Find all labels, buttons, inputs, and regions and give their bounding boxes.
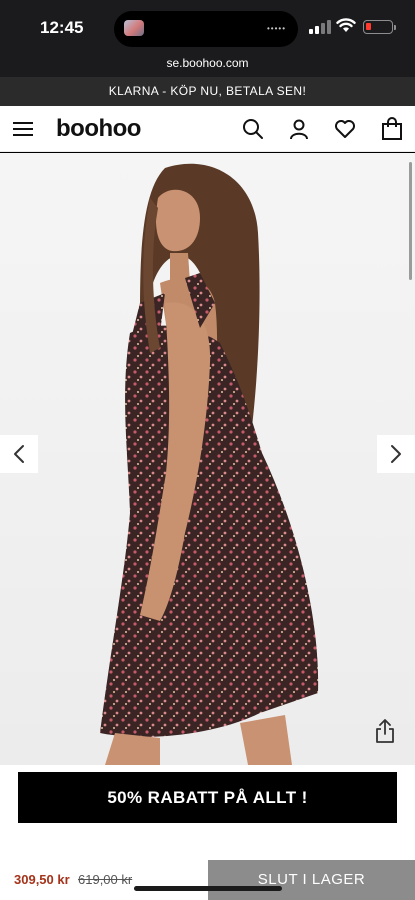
island-dots: ••••• (266, 24, 286, 33)
site-header: boohoo (0, 106, 415, 152)
wishlist-heart-icon[interactable] (333, 117, 357, 141)
sale-banner-area: 50% RABATT PÅ ALLT ! (0, 765, 415, 840)
page-scrollbar[interactable] (409, 162, 412, 280)
product-image-gallery[interactable] (0, 153, 415, 765)
sale-banner[interactable]: 50% RABATT PÅ ALLT ! (18, 772, 397, 823)
url-bar[interactable]: se.boohoo.com (0, 55, 415, 77)
status-bar: 12:45 ••••• (0, 0, 415, 55)
chevron-right-icon (391, 445, 401, 463)
sale-price: 309,50 kr (14, 872, 70, 887)
product-photo (0, 153, 415, 765)
account-icon[interactable] (287, 117, 311, 141)
chevron-left-icon (14, 445, 24, 463)
share-button[interactable] (368, 714, 402, 748)
menu-icon[interactable] (13, 120, 33, 138)
sold-out-button[interactable]: SLUT I LAGER (208, 860, 415, 900)
gallery-prev-button[interactable] (0, 435, 38, 473)
share-icon (376, 719, 394, 743)
home-indicator[interactable] (134, 886, 282, 891)
dynamic-island: ••••• (114, 11, 298, 47)
shopping-bag-icon[interactable] (380, 117, 404, 141)
battery-icon (363, 20, 393, 34)
wifi-icon (336, 18, 356, 38)
boohoo-logo[interactable]: boohoo (56, 115, 141, 143)
cellular-signal-icon (309, 20, 331, 34)
original-price: 619,00 kr (78, 872, 133, 887)
search-icon[interactable] (241, 117, 265, 141)
now-playing-thumbnail (124, 20, 144, 36)
battery-tip (394, 25, 396, 30)
status-time: 12:45 (40, 18, 84, 37)
gallery-next-button[interactable] (377, 435, 415, 473)
klarna-promo-strip[interactable]: KLARNA - KÖP NU, BETALA SEN! (0, 77, 415, 106)
buy-bar: 309,50 kr 619,00 kr SLUT I LAGER (0, 840, 415, 900)
